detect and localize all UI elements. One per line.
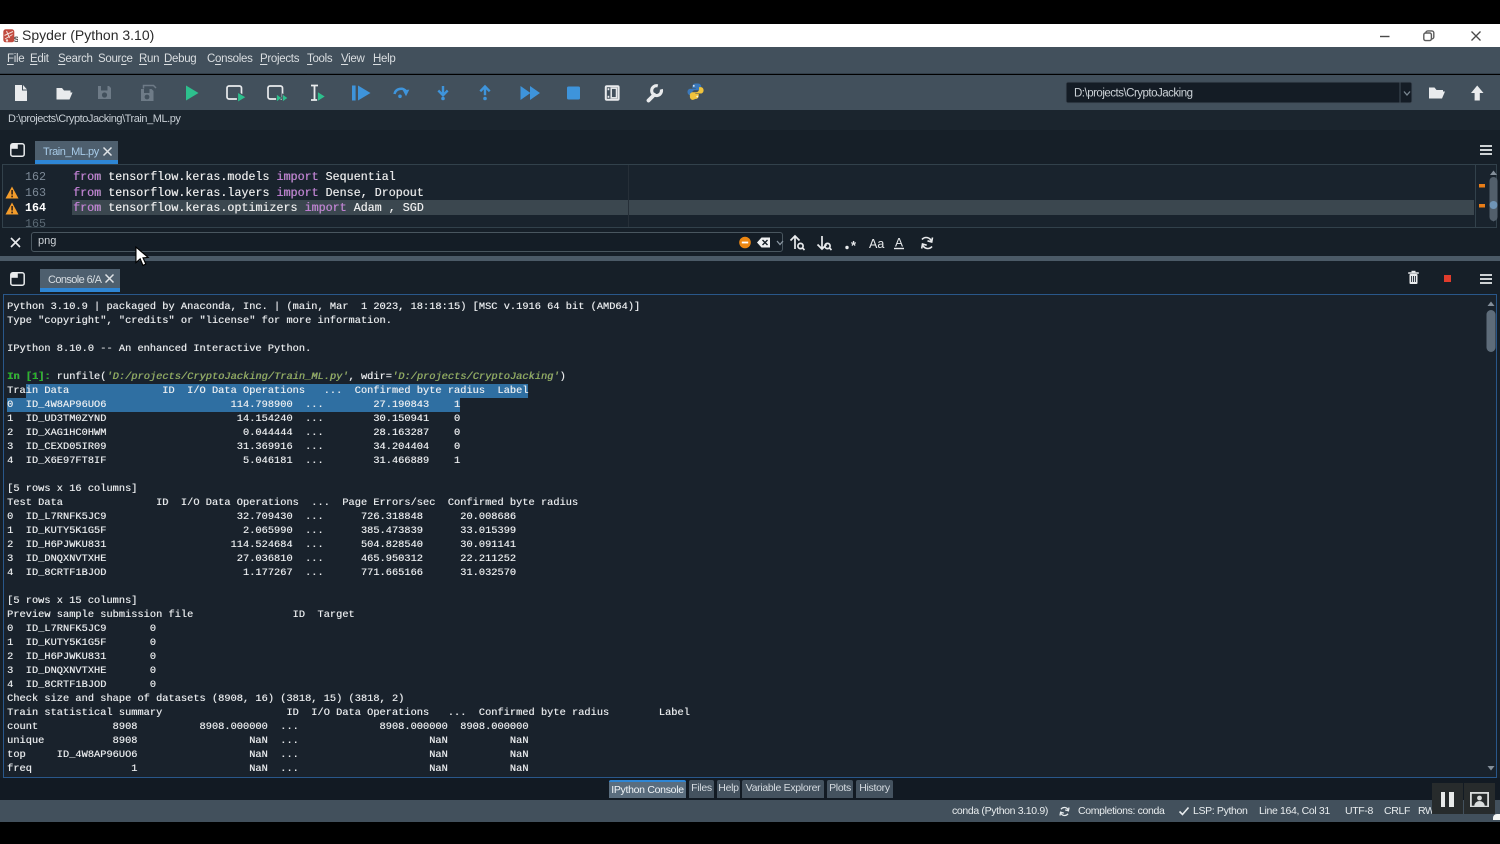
svg-text:Aa: Aa [869,237,884,251]
svg-text:*: * [851,238,857,252]
svg-text:D:\projects\CryptoJacking: D:\projects\CryptoJacking [1074,88,1193,100]
svg-text:A: A [895,236,903,250]
svg-text:s: s [13,33,18,43]
